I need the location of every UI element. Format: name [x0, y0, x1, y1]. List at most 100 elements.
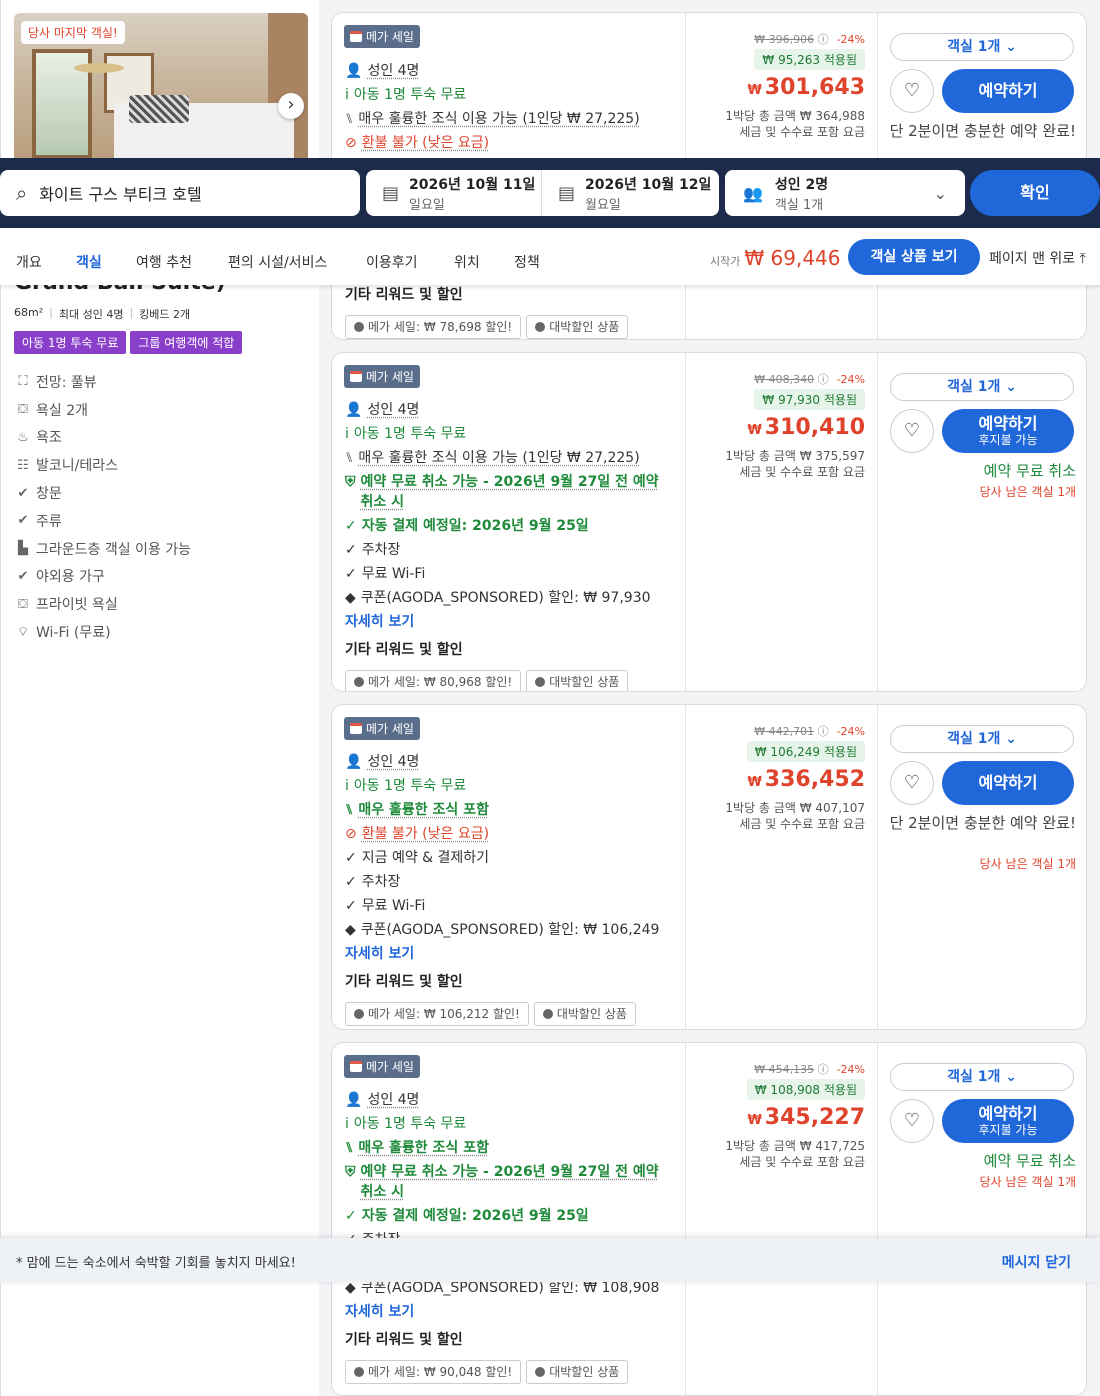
info-icon[interactable]: ⓘ: [818, 373, 829, 386]
badge-icon: [354, 1367, 364, 1377]
original-price: ₩ 396,906 ⓘ -24%: [754, 33, 865, 46]
coupon-applied: ₩ 95,263 적용됨: [754, 49, 865, 70]
tax-note: 세금 및 수수료 포함 요금: [739, 465, 865, 479]
nonrefundable[interactable]: 환불 불가 (낮은 요금): [362, 133, 489, 153]
coupon-icon: ◆: [345, 922, 356, 938]
view-icon: ⛶: [18, 374, 28, 390]
free-cancellation[interactable]: 예약 무료 취소 가능 - 2026년 9월 27일 전 예약 취소 시: [361, 1162, 676, 1202]
occupancy[interactable]: 성인 4명: [367, 752, 419, 772]
occupancy[interactable]: 성인 4명: [367, 400, 419, 420]
search-icon: ⌕: [16, 181, 28, 205]
tab-amenities[interactable]: 편의 시설/서비스: [228, 252, 327, 272]
nonrefundable[interactable]: 환불 불가 (낮은 요금): [362, 824, 489, 844]
details-link[interactable]: 자세히 보기: [345, 612, 675, 636]
favorite-heart-icon[interactable]: ♡: [890, 761, 934, 805]
rooms-left: 당사 남은 객실 1개: [979, 1175, 1076, 1189]
info-icon[interactable]: ⓘ: [818, 33, 829, 46]
calendar-in-icon: ▤: [382, 182, 400, 204]
total-price: 1박당 총 금액 ₩ 417,725: [725, 1139, 865, 1153]
breakfast-option[interactable]: 매우 훌륭한 조식 이용 가능 (1인당 ₩ 27,225): [358, 448, 639, 468]
room-count-select[interactable]: 객실 1개 ⌄: [890, 725, 1074, 753]
last-room-badge: 당사 마지막 객실!: [21, 21, 125, 44]
details-link[interactable]: 자세히 보기: [345, 1302, 675, 1326]
tab-policy[interactable]: 정책: [514, 252, 540, 272]
tab-reviews[interactable]: 이용후기: [366, 252, 418, 272]
badge-icon: [535, 322, 546, 332]
occupancy[interactable]: 성인 4명: [367, 61, 419, 81]
book-button[interactable]: 예약하기 후지불 가능: [942, 409, 1074, 453]
tab-overview[interactable]: 개요: [16, 252, 42, 272]
check-icon: ✓: [345, 542, 357, 558]
checkin-field[interactable]: ▤ 2026년 10월 11일 일요일: [366, 170, 542, 216]
room-count-select[interactable]: 객실 1개 ⌄: [890, 373, 1074, 401]
free-cancel-note: 예약 무료 취소: [983, 1152, 1076, 1170]
coupon-discount: 쿠폰(AGODA_SPONSORED) 할인: ₩ 97,930: [360, 590, 651, 606]
hotel-search-input[interactable]: ⌕ 화이트 구스 부티크 호텔: [0, 170, 360, 216]
checkout-field[interactable]: ▤ 2026년 10월 12일 월요일: [542, 170, 718, 216]
room-specs: 68m² | 최대 성인 4명 | 킹베드 2개: [14, 306, 191, 321]
date-picker[interactable]: ▤ 2026년 10월 11일 일요일 ▤ 2026년 10월 12일 월요일: [366, 170, 719, 216]
rewards-heading: 기타 리워드 및 할인: [345, 1332, 463, 1348]
close-notice-button[interactable]: 메시지 닫기: [1002, 1252, 1071, 1272]
search-confirm-button[interactable]: 확인: [970, 170, 1100, 216]
next-photo-button[interactable]: ›: [278, 93, 304, 119]
ground-floor-icon: ▙: [18, 541, 28, 557]
auto-pay-date: 자동 결제 예정일: 2026년 9월 25일: [361, 1208, 589, 1224]
mega-sale-chip: 메가 세일: ₩ 106,212 할인!: [345, 1002, 529, 1026]
chevron-down-icon: ⌄: [933, 183, 947, 203]
breakfast-option[interactable]: 매우 훌륭한 조식 이용 가능 (1인당 ₩ 27,225): [358, 109, 639, 129]
favorite-heart-icon[interactable]: ♡: [890, 409, 934, 453]
details-link[interactable]: 자세히 보기: [345, 944, 659, 968]
big-deal-chip: 대박할인 상품: [533, 1002, 636, 1026]
tax-note: 세금 및 수수료 포함 요금: [739, 125, 865, 139]
tab-recommendations[interactable]: 여행 추천: [136, 252, 192, 272]
mega-sale-badge: 메가 세일: [344, 25, 420, 48]
info-icon[interactable]: ⓘ: [818, 725, 829, 738]
back-to-top-link[interactable]: 페이지 맨 위로 ⤒: [989, 248, 1086, 268]
rewards-heading: 기타 리워드 및 할인: [345, 287, 463, 303]
occupancy[interactable]: 성인 4명: [367, 1090, 419, 1110]
check-icon: ✓: [345, 874, 357, 890]
tag-group: 그룹 여행객에 적합: [130, 331, 243, 354]
badge-icon: [535, 1367, 546, 1377]
no-refund-icon: ⊘: [345, 135, 357, 151]
person-icon: 👤: [345, 1092, 363, 1108]
favorite-heart-icon[interactable]: ♡: [890, 69, 934, 113]
mega-sale-badge: 메가 세일: [344, 717, 420, 740]
mega-sale-chip: 메가 세일: ₩ 78,698 할인!: [345, 315, 522, 339]
breakfast-included[interactable]: 매우 훌륭한 조식 포함: [358, 1138, 489, 1158]
info-icon[interactable]: ⓘ: [818, 1063, 829, 1076]
people-icon: 👥: [743, 183, 763, 203]
kids-free: 아동 1명 투숙 무료: [353, 87, 467, 103]
notice-banner: * 맘에 드는 숙소에서 숙박할 기회를 놓치지 마세요! 메시지 닫기: [0, 1238, 1100, 1282]
book-button[interactable]: 예약하기 후지불 가능: [942, 1099, 1074, 1143]
see-rooms-button[interactable]: 객실 상품 보기: [848, 239, 980, 275]
no-refund-icon: ⊘: [345, 826, 357, 842]
calendar-icon: [350, 1061, 362, 1072]
book-button[interactable]: 예약하기: [942, 761, 1074, 805]
quick-booking-note: 단 2분이면 충분한 예약 완료!: [889, 814, 1076, 832]
kids-free: 아동 1명 투숙 무료: [353, 426, 467, 442]
coupon-applied: ₩ 106,249 적용됨: [746, 741, 865, 762]
room-count-select[interactable]: 객실 1개 ⌄: [890, 33, 1074, 61]
guests-selector[interactable]: 👥 성인 2명 객실 1개 ⌄: [725, 170, 965, 216]
coupon-icon: ◆: [345, 590, 356, 606]
rooms-left: 당사 남은 객실 1개: [979, 857, 1076, 871]
tab-location[interactable]: 위치: [454, 252, 480, 272]
final-price: ₩336,452: [747, 767, 865, 792]
breakfast-included[interactable]: 매우 훌륭한 조식 포함: [358, 800, 489, 820]
free-cancellation[interactable]: 예약 무료 취소 가능 - 2026년 9월 27일 전 예약 취소 시: [361, 472, 676, 512]
room-count-select[interactable]: 객실 1개 ⌄: [890, 1063, 1074, 1091]
chevron-down-icon: ⌄: [1005, 1069, 1017, 1085]
book-button[interactable]: 예약하기: [942, 69, 1074, 113]
room-photo[interactable]: 당사 마지막 객실! ›: [14, 13, 308, 163]
room-bed: 킹베드 2개: [139, 308, 191, 321]
person-icon: 👤: [345, 402, 363, 418]
offer-card: 메가 세일 👤 성인 4명 ⅰ 아동 1명 투숙 무료 ⑊ 매우 훌륭한 조식 이용 …: [331, 352, 1087, 692]
favorite-heart-icon[interactable]: ♡: [890, 1099, 934, 1143]
quick-booking-note: 단 2분이면 충분한 예약 완료!: [889, 122, 1076, 140]
parking: 주차장: [361, 874, 401, 890]
amenity-item: ♨ 욕조: [17, 429, 62, 447]
person-icon: 👤: [345, 754, 363, 770]
tab-rooms[interactable]: 객실: [76, 252, 102, 272]
